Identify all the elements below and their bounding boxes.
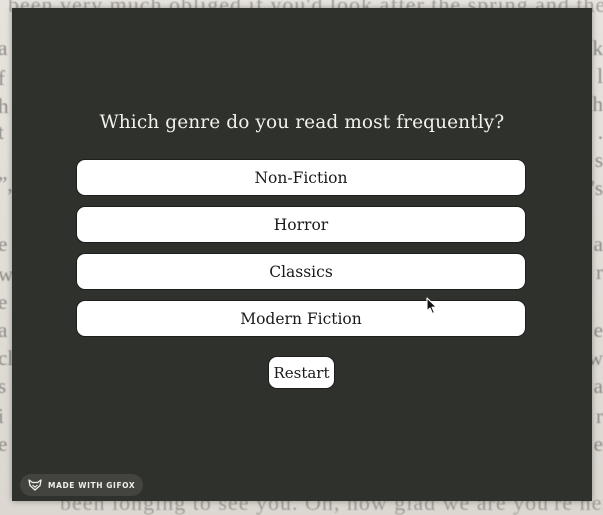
background-left-letter: t: [0, 120, 4, 144]
background-right-letter: .: [597, 120, 603, 144]
background-left-letter: a: [0, 36, 8, 60]
quiz-question: Which genre do you read most frequently?: [99, 112, 505, 133]
background-left-letter: a: [0, 318, 8, 342]
background-right-letter: a: [593, 232, 603, 256]
answer-option-label: Non-Fiction: [254, 168, 348, 187]
background-right-letter: h: [592, 92, 603, 116]
answer-option-label: Modern Fiction: [240, 309, 362, 328]
answer-option-classics[interactable]: Classics: [76, 253, 526, 290]
background-left-letter: ”,: [0, 172, 13, 196]
answer-options: Non-Fiction Horror Classics Modern Ficti…: [76, 159, 526, 347]
background-left-letter: i: [0, 404, 4, 428]
restart-button[interactable]: Restart: [268, 356, 335, 389]
answer-option-label: Horror: [273, 215, 329, 234]
answer-option-label: Classics: [269, 262, 333, 281]
background-right-letter: e: [593, 432, 603, 456]
background-right-letter: k: [592, 36, 603, 60]
background-left-letter: s: [0, 374, 7, 398]
background-left-letter: e: [0, 432, 8, 456]
made-with-gifox-badge[interactable]: MADE WITH GIFOX: [20, 474, 144, 496]
background-right-letter: r: [596, 260, 603, 284]
background-right-letter: 's: [591, 176, 603, 200]
mouse-cursor-icon: [426, 297, 438, 315]
answer-option-horror[interactable]: Horror: [76, 206, 526, 243]
answer-option-non-fiction[interactable]: Non-Fiction: [76, 159, 526, 196]
badge-text: MADE WITH GIFOX: [48, 480, 136, 490]
background-right-letter: r: [596, 404, 603, 428]
answer-option-modern-fiction[interactable]: Modern Fiction: [76, 300, 526, 337]
fox-icon: [28, 479, 42, 491]
background-left-letter: e: [0, 290, 8, 314]
restart-button-label: Restart: [273, 363, 330, 382]
background-right-letter: e: [593, 318, 603, 342]
background-left-letter: f: [0, 66, 5, 90]
quiz-panel: Which genre do you read most frequently?…: [12, 8, 592, 501]
background-right-letter: s: [594, 148, 603, 172]
background-right-letter: l: [597, 64, 603, 88]
background-left-letter: h: [0, 94, 9, 118]
background-right-letter: a: [593, 374, 603, 398]
background-left-letter: e: [0, 232, 8, 256]
